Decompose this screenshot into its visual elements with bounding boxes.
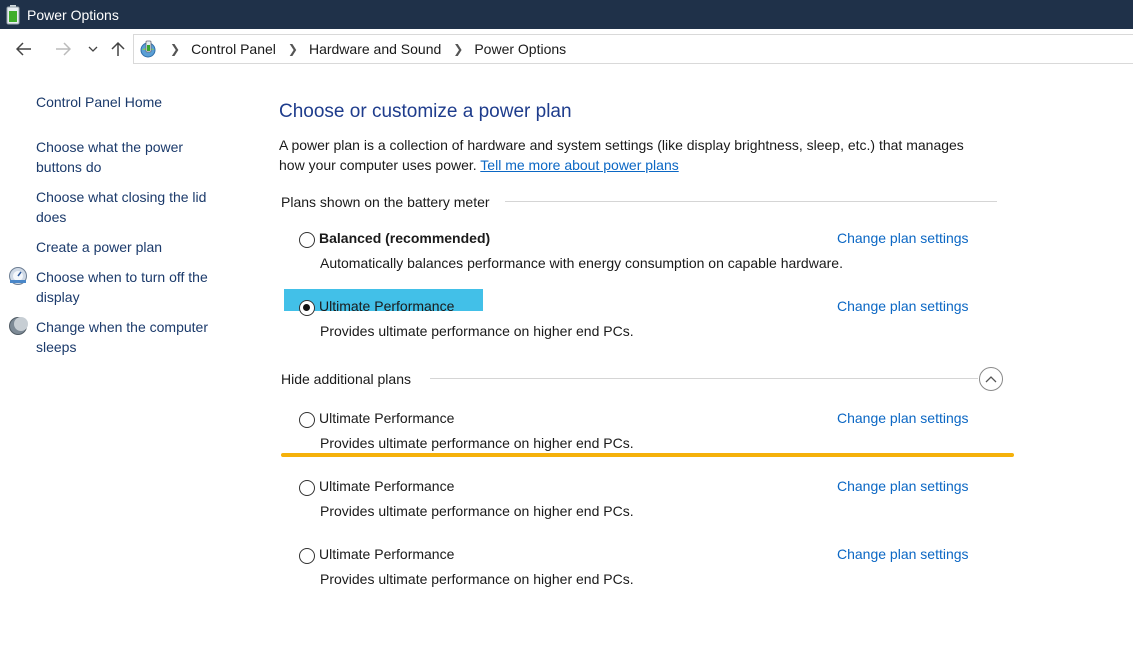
breadcrumb-control-panel[interactable]: Control Panel [191, 41, 276, 57]
plan-description: Provides ultimate performance on higher … [320, 503, 634, 519]
battery-icon [6, 4, 20, 25]
plan-description: Provides ultimate performance on higher … [320, 571, 634, 587]
plan-ultimate-performance-selected: Ultimate Performance Provides ultimate p… [299, 296, 999, 342]
section-divider [430, 378, 978, 379]
chevron-down-icon[interactable] [82, 38, 104, 60]
plan-ultimate-performance-4: Ultimate Performance Provides ultimate p… [299, 544, 999, 590]
sidebar-link-power-buttons[interactable]: Choose what the power buttons do [36, 137, 206, 177]
address-field[interactable]: ❯ Control Panel ❯ Hardware and Sound ❯ P… [133, 34, 1133, 64]
plan-radio[interactable] [299, 232, 315, 248]
address-bar: ❯ Control Panel ❯ Hardware and Sound ❯ P… [0, 34, 1133, 64]
intro-text: A power plan is a collection of hardware… [279, 135, 979, 175]
plan-radio[interactable] [299, 480, 315, 496]
display-icon [8, 266, 28, 286]
chevron-right-icon: ❯ [453, 42, 464, 56]
plan-radio[interactable] [299, 412, 315, 428]
sidebar-link-computer-sleeps[interactable]: Change when the computer sleeps [36, 317, 236, 357]
change-plan-settings-link[interactable]: Change plan settings [837, 230, 969, 246]
sidebar-link-control-panel-home[interactable]: Control Panel Home [36, 92, 236, 112]
change-plan-settings-link[interactable]: Change plan settings [837, 298, 969, 314]
page-title: Choose or customize a power plan [279, 101, 572, 122]
sidebar-link-closing-lid[interactable]: Choose what closing the lid does [36, 187, 226, 227]
up-arrow-icon[interactable] [107, 38, 129, 60]
plan-name[interactable]: Ultimate Performance [319, 546, 454, 562]
breadcrumb-hardware-sound[interactable]: Hardware and Sound [309, 41, 441, 57]
plan-ultimate-performance-3: Ultimate Performance Provides ultimate p… [299, 476, 999, 522]
sidebar-link-create-plan[interactable]: Create a power plan [36, 237, 236, 257]
plan-ultimate-performance-2: Ultimate Performance Provides ultimate p… [299, 408, 999, 454]
forward-arrow-icon[interactable] [52, 38, 74, 60]
section-battery-meter: Plans shown on the battery meter [281, 194, 498, 210]
annotation-underline [281, 453, 1014, 457]
change-plan-settings-link[interactable]: Change plan settings [837, 410, 969, 426]
moon-icon [8, 316, 28, 336]
section-divider [505, 201, 997, 202]
plan-description: Provides ultimate performance on higher … [320, 323, 634, 339]
plan-name[interactable]: Balanced (recommended) [319, 230, 490, 246]
change-plan-settings-link[interactable]: Change plan settings [837, 546, 969, 562]
collapse-chevron-icon[interactable] [979, 367, 1003, 391]
tell-me-more-link[interactable]: Tell me more about power plans [480, 157, 678, 173]
plan-radio[interactable] [299, 548, 315, 564]
title-bar: Power Options [0, 0, 1133, 29]
change-plan-settings-link[interactable]: Change plan settings [837, 478, 969, 494]
plan-description: Automatically balances performance with … [320, 255, 843, 271]
power-options-icon [138, 39, 158, 59]
plan-name[interactable]: Ultimate Performance [319, 410, 454, 426]
sidebar-link-turn-off-display[interactable]: Choose when to turn off the display [36, 267, 236, 307]
plan-description: Provides ultimate performance on higher … [320, 435, 634, 451]
plan-name[interactable]: Ultimate Performance [319, 478, 454, 494]
back-arrow-icon[interactable] [13, 38, 35, 60]
plan-radio[interactable] [299, 300, 315, 316]
window-title: Power Options [27, 6, 119, 23]
section-hide-additional-plans[interactable]: Hide additional plans [281, 371, 419, 387]
breadcrumb-power-options[interactable]: Power Options [474, 41, 566, 57]
chevron-right-icon: ❯ [287, 42, 298, 56]
plan-name[interactable]: Ultimate Performance [319, 298, 454, 314]
chevron-right-icon: ❯ [170, 42, 181, 56]
plan-balanced: Balanced (recommended) Automatically bal… [299, 228, 999, 274]
